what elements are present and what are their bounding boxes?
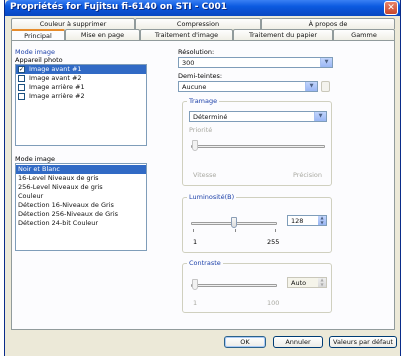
luminosite-legend: Luminosité(B) [187,193,237,201]
tramage-value: Déterminé [193,113,228,121]
cancel-button[interactable]: Annuler [273,336,323,348]
tab-compression[interactable]: Compression [135,18,261,29]
demi-teintes-label: Demi-teintes: [178,72,223,80]
tab-row-front: Principal Mise en page Traitement d'imag… [11,29,395,40]
precision-label: Précision [293,171,323,179]
demi-teintes-options-button[interactable] [321,81,330,92]
mode-image-list: Noir et Blanc 16-Level Niveaux de gris 2… [15,163,147,251]
checkbox-checked-icon[interactable]: ✓ [18,66,25,73]
mode-item[interactable]: 16-Level Niveaux de gris [16,174,146,183]
camera-item-label: Image arrière #2 [29,92,85,100]
contraste-slider-thumb[interactable] [192,279,198,290]
luminosite-value: 128 [291,217,304,225]
luminosite-spinbox[interactable]: 128 ▲ ▼ [287,215,327,226]
slider-tick [193,229,194,232]
properties-dialog: Propriétés for Fujitsu fi-6140 on STI - … [4,0,401,356]
contraste-spinbox[interactable]: Auto ▲ ▼ [287,277,327,288]
camera-item-avant-1[interactable]: ✓ Image avant #1 [16,65,146,74]
title-bar[interactable]: Propriétés for Fujitsu fi-6140 on STI - … [5,0,400,16]
tab-row-back: Couleur à supprimer Compression À propos… [11,18,395,29]
mode-item[interactable]: Noir et Blanc [16,165,146,174]
luminosite-min-label: 1 [193,238,198,246]
mode-item[interactable]: Détection 16-Niveaux de Gris [16,201,146,210]
mode-item[interactable]: Détection 256-Niveaux de Gris [16,210,146,219]
slider-tick [235,229,236,232]
priorite-slider-track [191,145,325,148]
contraste-min-label: 1 [193,299,198,307]
resolution-value: 300 [182,59,195,67]
contraste-legend: Contraste [187,259,223,267]
defaults-button[interactable]: Valeurs par défaut [329,336,397,348]
contraste-value: Auto [291,279,307,287]
chevron-down-icon[interactable]: ▼ [320,58,332,67]
chevron-down-icon[interactable]: ▼ [314,112,326,121]
mode-item[interactable]: Détection 24-bit Couleur [16,219,146,228]
tab-principal[interactable]: Principal [11,29,65,40]
camera-item-label: Image arrière #1 [29,83,85,91]
camera-item-avant-2[interactable]: Image avant #2 [16,74,146,83]
close-icon: ✕ [387,3,395,13]
camera-list: ✓ Image avant #1 Image avant #2 Image ar… [15,64,147,146]
principal-panel: Mode image Appareil photo ✓ Image avant … [11,40,395,330]
luminosite-slider-thumb[interactable] [231,217,237,228]
spin-arrows-icon[interactable]: ▲ ▼ [318,215,326,225]
vitesse-label: Vitesse [193,171,217,179]
tramage-combo[interactable]: Déterminé ▼ [189,111,327,122]
mode-image-label: Mode image [15,155,56,163]
chevron-down-icon[interactable]: ▼ [305,82,317,91]
checkbox-icon[interactable] [18,75,25,82]
demi-teintes-combo[interactable]: Aucune ▼ [178,81,318,92]
mode-image-header: Mode image [15,48,56,56]
contraste-slider-track [191,284,277,287]
tab-gamme[interactable]: Gamme [333,29,395,40]
luminosite-group: Luminosité(B) 128 ▲ ▼ 1 255 [182,193,332,253]
luminosite-max-label: 255 [267,238,280,246]
priorite-label: Priorité [189,126,213,134]
demi-teintes-value: Aucune [182,83,207,91]
ok-button[interactable]: OK [224,336,266,348]
camera-item-label: Image avant #2 [29,74,82,82]
window-title: Propriétés for Fujitsu fi-6140 on STI - … [10,2,228,12]
tab-a-propos[interactable]: À propos de [261,18,395,29]
tab-mise-en-page[interactable]: Mise en page [65,29,140,40]
contraste-group: Contraste Auto ▲ ▼ 1 100 [182,259,332,313]
mode-item[interactable]: Couleur [16,192,146,201]
tramage-legend: Tramage [187,97,220,105]
tab-traitement-image[interactable]: Traitement d'image [140,29,233,40]
priorite-slider-thumb[interactable] [192,140,198,151]
close-button[interactable]: ✕ [384,1,398,15]
camera-item-arriere-2[interactable]: Image arrière #2 [16,92,146,101]
camera-item-label: Image avant #1 [29,65,82,73]
tab-couleur-supprimer[interactable]: Couleur à supprimer [11,18,135,29]
tab-traitement-papier[interactable]: Traitement du papier [233,29,333,40]
mode-item[interactable]: 256-Level Niveaux de gris [16,183,146,192]
checkbox-icon[interactable] [18,84,25,91]
tramage-group: Tramage Déterminé ▼ Priorité Vitesse Pré… [182,97,332,186]
camera-item-arriere-1[interactable]: Image arrière #1 [16,83,146,92]
spin-arrows-icon[interactable]: ▲ ▼ [318,277,326,287]
slider-tick [275,229,276,232]
appareil-photo-label: Appareil photo [15,56,63,64]
resolution-label: Résolution: [178,48,215,56]
contraste-max-label: 100 [267,299,280,307]
resolution-combo[interactable]: 300 ▼ [178,57,333,68]
checkbox-icon[interactable] [18,93,25,100]
